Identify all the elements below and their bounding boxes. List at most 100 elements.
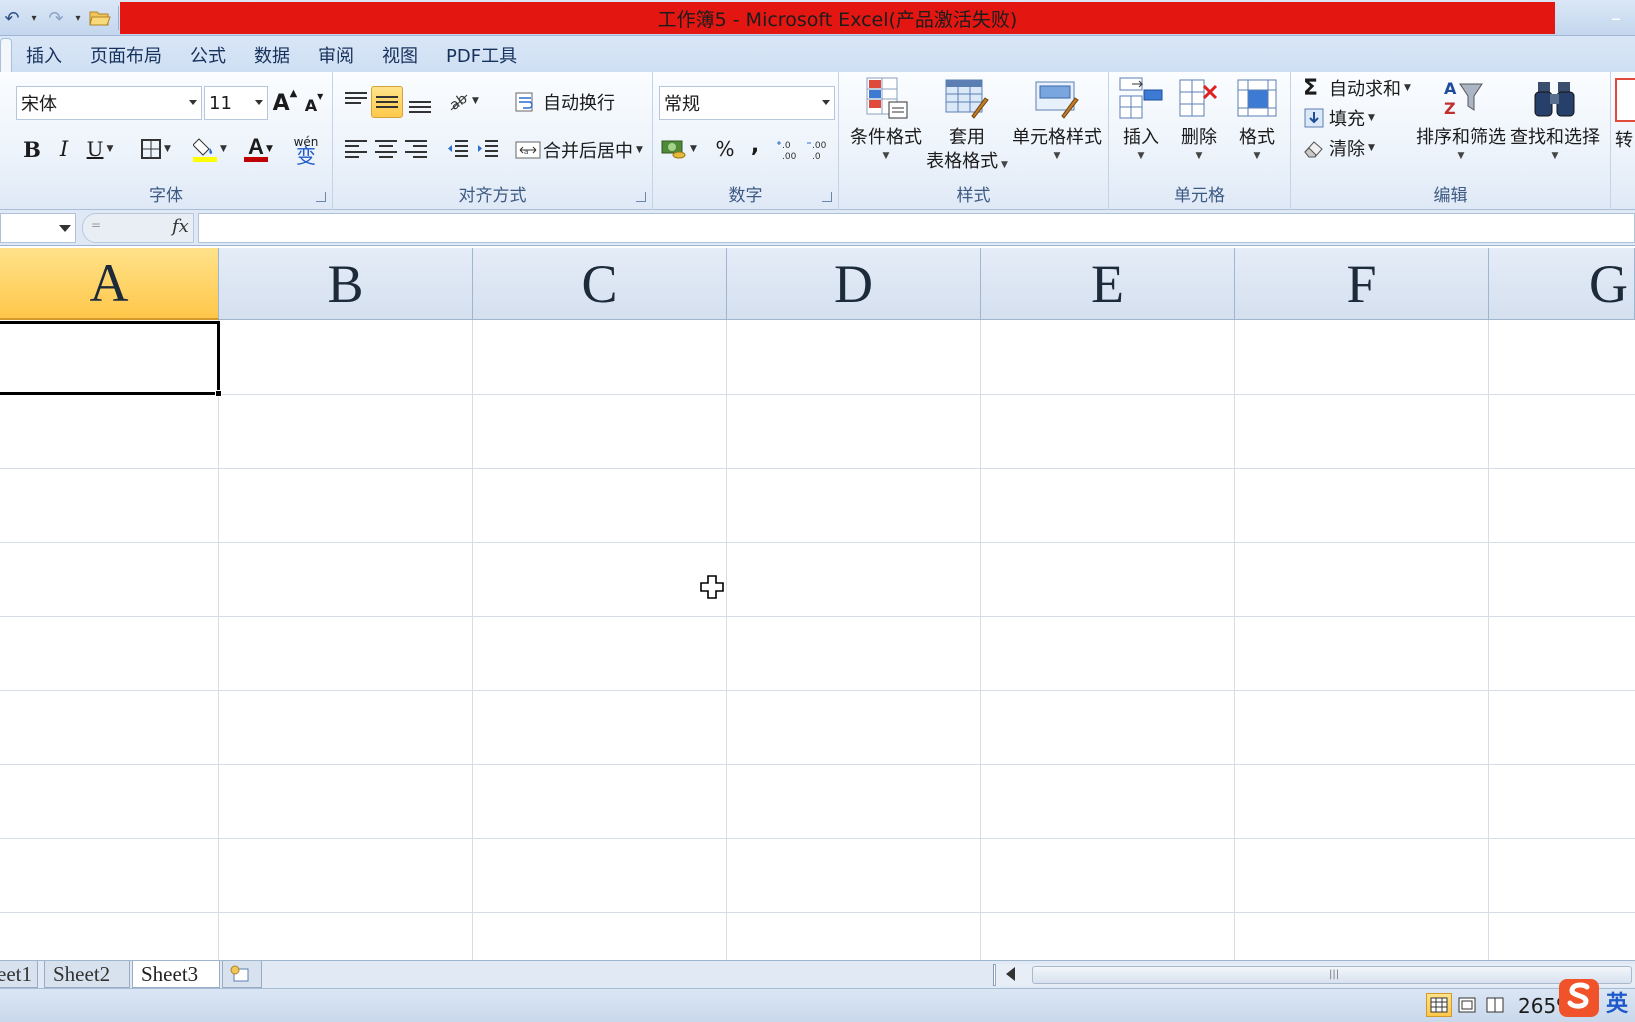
paint-bucket-icon <box>193 138 218 162</box>
insert-sheet-button[interactable] <box>222 961 262 988</box>
active-cell[interactable] <box>0 321 220 395</box>
tab-page-layout[interactable]: 页面布局 <box>76 38 176 72</box>
borders-button[interactable]: ▼ <box>138 134 174 164</box>
format-as-table-button[interactable]: 套用 表格格式 ▼ <box>919 76 1015 174</box>
fill-handle[interactable] <box>215 390 222 397</box>
scroll-thumb[interactable]: ||| <box>1032 966 1632 984</box>
phonetic-char: 变 <box>296 144 316 168</box>
page-break-view-button[interactable] <box>1482 993 1508 1017</box>
cell-styles-button[interactable]: 单元格样式 ▼ <box>1009 76 1105 162</box>
format-cells-icon <box>1237 79 1277 117</box>
accounting-format-button[interactable]: ▼ <box>659 134 699 164</box>
underline-button[interactable]: U ▼ <box>82 134 118 164</box>
fill-button[interactable]: 填充 ▼ <box>1303 104 1413 132</box>
chevron-down-icon <box>59 225 71 232</box>
conditional-format-button[interactable]: 条件格式 ▼ <box>845 76 927 162</box>
chevron-down-icon: ▼ <box>1457 151 1465 161</box>
clear-button[interactable]: 清除 ▼ <box>1303 134 1413 162</box>
insert-cells-button[interactable]: 插入 ▼ <box>1113 76 1169 162</box>
column-header-b[interactable]: B <box>219 248 473 320</box>
orientation-button[interactable]: ab ▼ <box>443 86 483 116</box>
undo-icon[interactable]: ↶ <box>0 5 24 31</box>
align-top-button[interactable] <box>341 86 371 116</box>
page-layout-view-icon <box>1458 997 1476 1013</box>
column-header-g[interactable]: G <box>1489 248 1635 320</box>
sheet-tab-sheet3[interactable]: Sheet3 <box>132 961 220 988</box>
decrease-indent-button[interactable] <box>443 134 473 164</box>
shrink-font-button[interactable]: A ▼ <box>302 92 326 118</box>
tab-data[interactable]: 数据 <box>240 38 304 72</box>
grow-font-button[interactable]: A ▲ <box>272 88 298 118</box>
column-header-a[interactable]: A <box>0 248 219 320</box>
sheet-tab-sheet1[interactable]: eet1 <box>0 961 38 988</box>
autosum-button[interactable]: Σ 自动求和 ▼ <box>1303 74 1433 102</box>
tab-home[interactable] <box>0 38 12 72</box>
name-box[interactable] <box>0 213 76 243</box>
align-bottom-button[interactable] <box>405 88 435 120</box>
convert-label[interactable]: 转 <box>1615 126 1633 152</box>
italic-button[interactable]: I <box>52 134 76 164</box>
font-dialog-launcher[interactable] <box>316 192 326 202</box>
page-layout-view-button[interactable] <box>1454 993 1480 1017</box>
increase-indent-icon <box>478 140 498 157</box>
tab-view[interactable]: 视图 <box>368 38 432 72</box>
align-middle-button[interactable] <box>371 86 403 118</box>
column-header-f[interactable]: F <box>1235 248 1489 320</box>
number-dialog-launcher[interactable] <box>822 192 832 202</box>
tab-formulas[interactable]: 公式 <box>176 38 240 72</box>
horizontal-scrollbar[interactable]: ||| <box>995 964 1635 986</box>
phonetic-button[interactable]: wén 变 <box>286 130 326 168</box>
bold-button[interactable]: B <box>20 134 44 164</box>
sort-filter-label: 排序和筛选 <box>1416 127 1506 148</box>
scroll-left-icon[interactable] <box>1006 967 1015 981</box>
ime-mode-label[interactable]: 英 <box>1606 986 1628 1018</box>
wrap-text-button[interactable]: 自动换行 <box>515 86 645 118</box>
column-header-d[interactable]: D <box>727 248 981 320</box>
conditional-format-label: 条件格式 <box>850 127 922 148</box>
tab-review[interactable]: 审阅 <box>304 38 368 72</box>
align-center-button[interactable] <box>371 134 401 164</box>
qat-separator <box>118 6 119 30</box>
undo-dropdown-icon[interactable]: ▾ <box>28 5 40 31</box>
increase-decimal-button[interactable]: .0.00 <box>775 134 803 164</box>
tab-insert[interactable]: 插入 <box>12 38 76 72</box>
align-right-icon <box>405 140 427 158</box>
column-header-e[interactable]: E <box>981 248 1235 320</box>
cell-grid[interactable] <box>0 320 1635 960</box>
delete-cells-button[interactable]: 删除 ▼ <box>1171 76 1227 162</box>
normal-view-button[interactable] <box>1426 993 1452 1017</box>
sort-filter-button[interactable]: AZ 排序和筛选 ▼ <box>1415 76 1507 162</box>
underline-label: U <box>86 137 104 161</box>
decrease-decimal-button[interactable]: .00.0 <box>805 134 833 164</box>
find-select-button[interactable]: 查找和选择 ▼ <box>1509 76 1601 162</box>
column-header-c[interactable]: C <box>473 248 727 320</box>
merge-center-button[interactable]: a 合并后居中 ▼ <box>515 134 651 166</box>
open-folder-icon[interactable] <box>88 5 112 31</box>
redo-icon[interactable]: ↷ <box>44 5 68 31</box>
insert-function-button[interactable]: fx <box>172 216 189 237</box>
sheet-tab-sheet2[interactable]: Sheet2 <box>44 961 130 988</box>
percent-button[interactable]: % <box>711 134 739 164</box>
svg-text:ab: ab <box>447 91 469 111</box>
sogou-ime-icon[interactable] <box>1555 975 1603 1019</box>
minimize-button[interactable]: – <box>1611 6 1621 30</box>
alignment-dialog-launcher[interactable] <box>636 192 646 202</box>
shrink-font-label: A <box>304 95 318 115</box>
format-cells-button[interactable]: 格式 ▼ <box>1229 76 1285 162</box>
tab-pdf-tools[interactable]: PDF工具 <box>432 38 531 72</box>
chevron-down-icon: ▼ <box>882 151 890 161</box>
cell-cursor-icon <box>700 575 724 599</box>
binoculars-icon <box>1534 82 1575 117</box>
fill-color-button[interactable]: ▼ <box>190 132 230 166</box>
convert-icon <box>1615 78 1635 122</box>
number-format-combo[interactable]: 常规 <box>659 86 835 120</box>
format-cells-label: 格式 <box>1239 127 1275 148</box>
formula-input[interactable] <box>198 213 1635 243</box>
comma-button[interactable]: , <box>741 130 769 160</box>
font-size-combo[interactable]: 11 <box>204 86 268 120</box>
font-name-combo[interactable]: 宋体 <box>16 86 202 120</box>
redo-dropdown-icon[interactable]: ▾ <box>72 5 84 31</box>
increase-indent-button[interactable] <box>473 134 503 164</box>
align-left-button[interactable] <box>341 134 371 164</box>
align-right-button[interactable] <box>401 134 431 164</box>
